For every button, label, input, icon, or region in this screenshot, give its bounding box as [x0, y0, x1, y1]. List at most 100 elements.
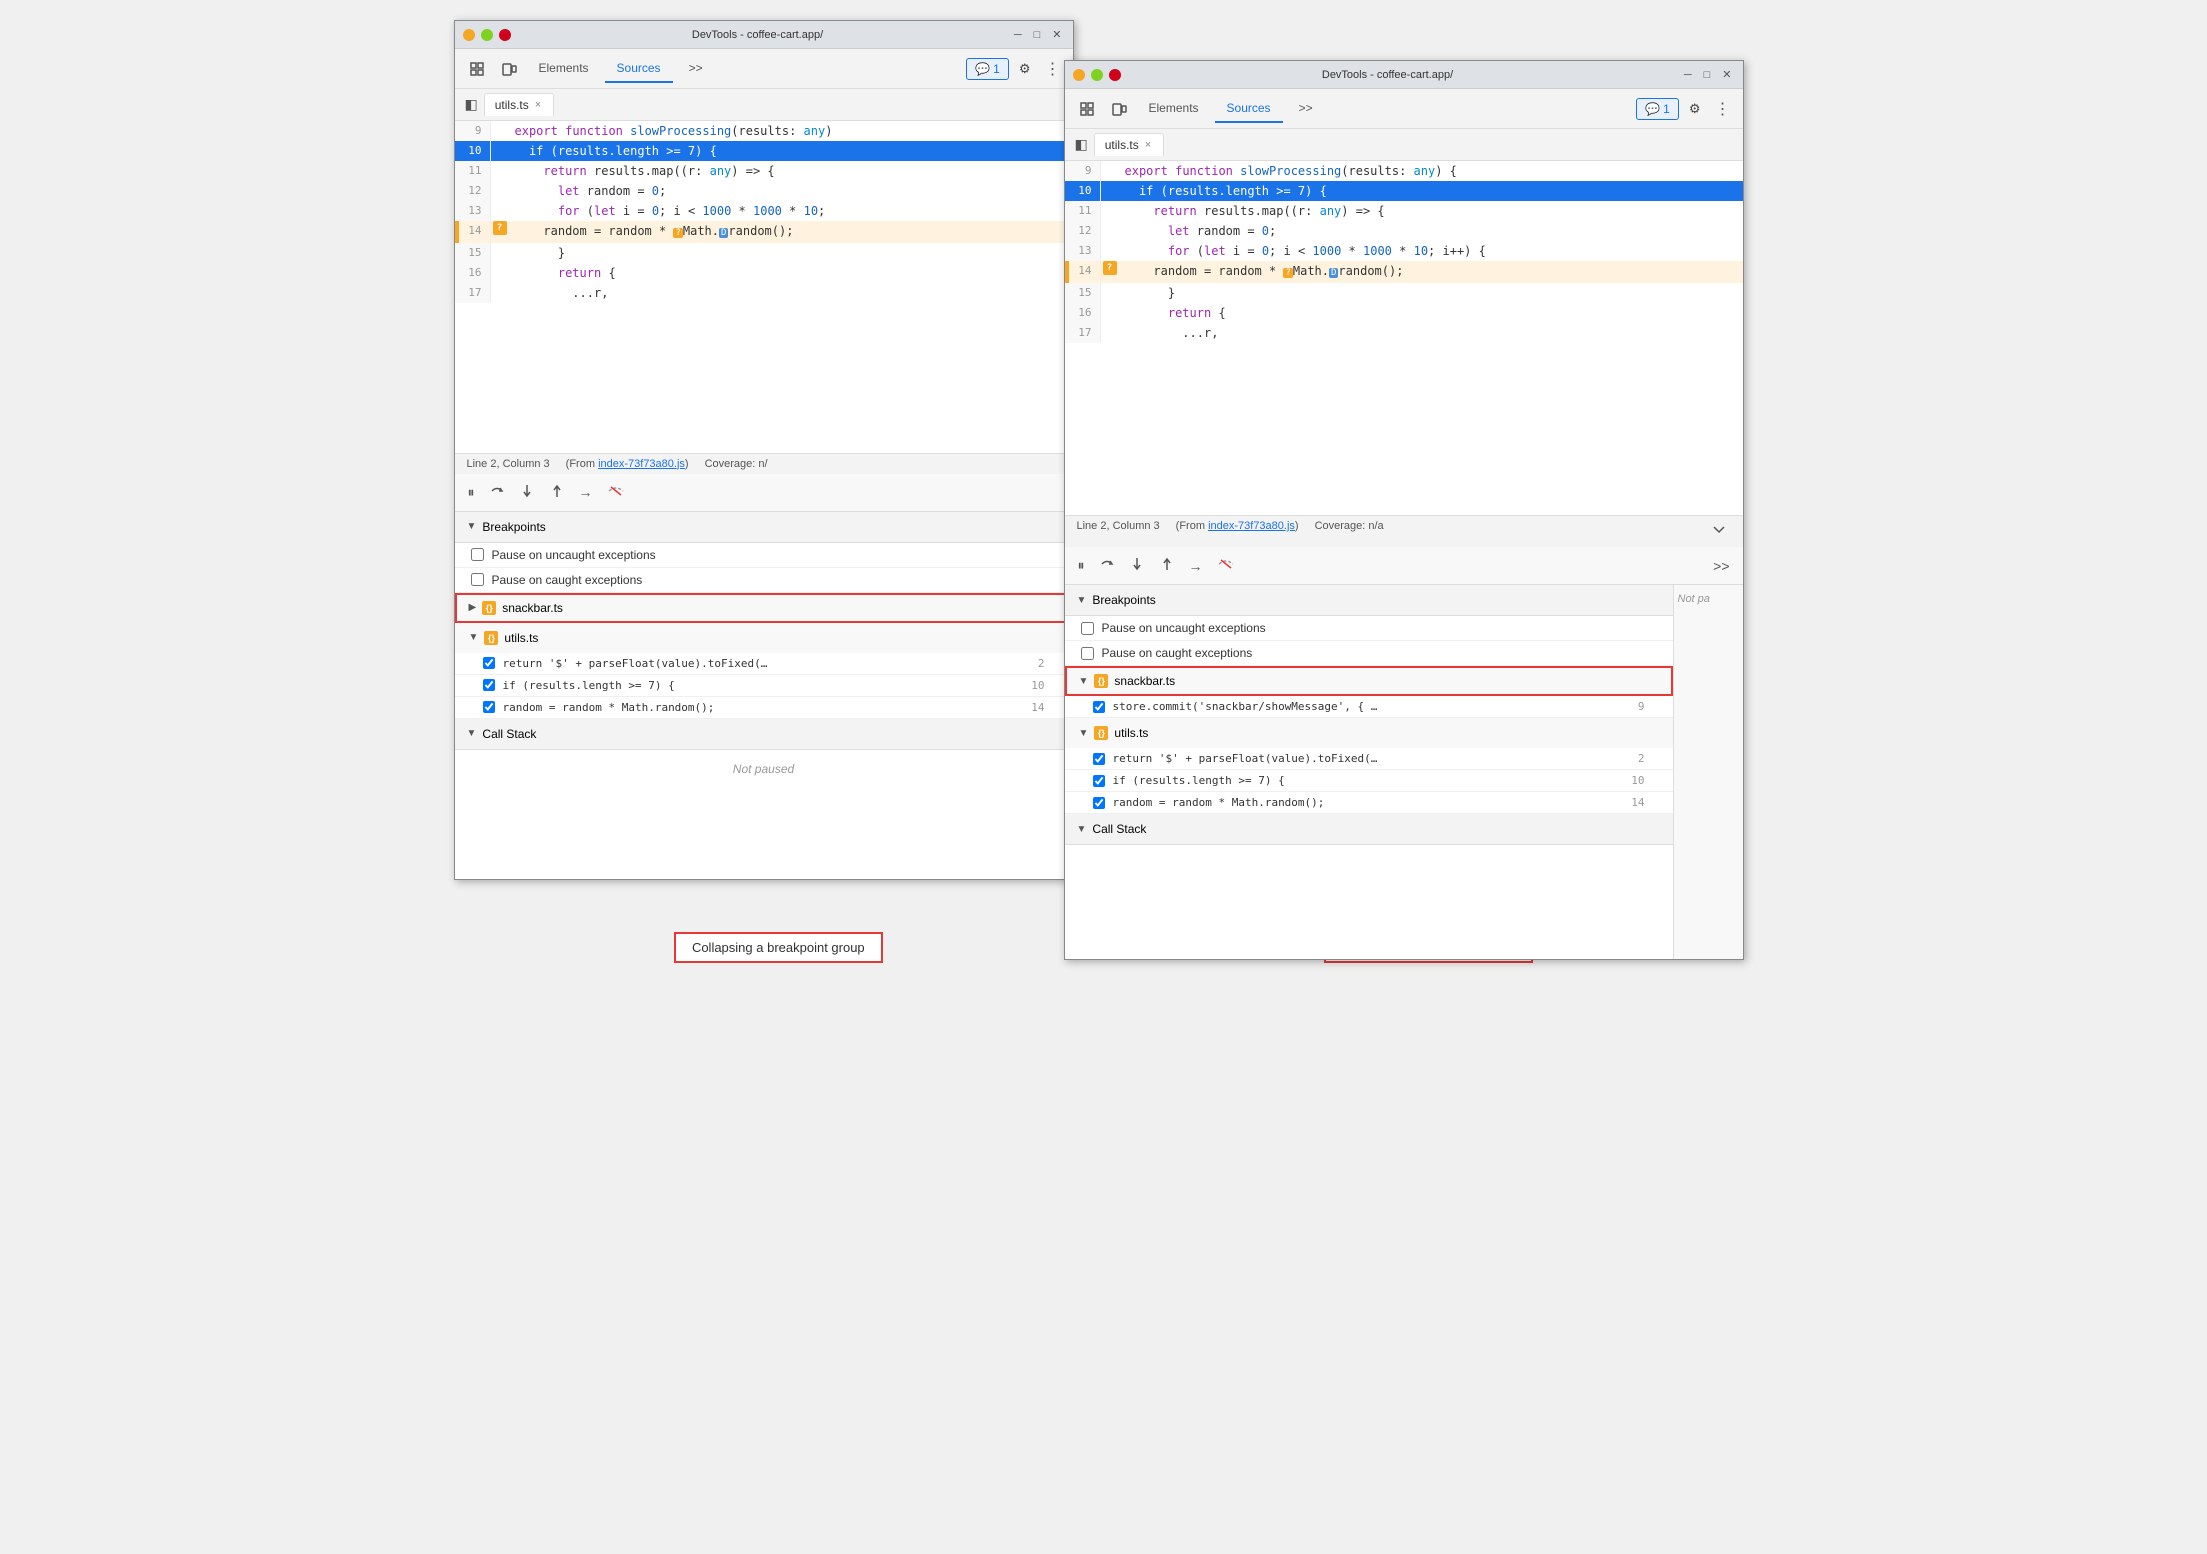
right-source-file-link[interactable]: index-73f73a80.js — [1208, 520, 1295, 532]
right-bp-item-1-checkbox[interactable] — [1093, 753, 1105, 765]
pause-caught-item: Pause on caught exceptions — [455, 568, 1073, 593]
bp-item-1-checkbox[interactable] — [483, 657, 495, 669]
right-more-options-icon[interactable]: ⋮ — [1711, 99, 1735, 119]
code-line-14: 14 ? random = random * ?Math.Drandom(); — [455, 221, 1073, 243]
bp-group-utils-header[interactable]: ▼ {} utils.ts — [455, 623, 1073, 653]
tab-elements[interactable]: Elements — [527, 55, 601, 83]
bp-item-1-text: return '$' + parseFloat(value).toFixed(… — [503, 657, 1017, 670]
right-cursor-position: Line 2, Column 3 — [1077, 520, 1160, 543]
right-more-debug-btn[interactable]: >> — [1708, 555, 1734, 577]
right-bp-item-2-line: 10 — [1625, 774, 1645, 787]
right-bp-group-snackbar-header[interactable]: ▼ {} snackbar.ts — [1065, 666, 1673, 696]
right-bp-group-utils: ▼ {} utils.ts return '$' + parseFloat(va… — [1065, 718, 1673, 814]
file-tab-close[interactable]: × — [533, 99, 543, 111]
right-bp-snackbar-item-1-checkbox[interactable] — [1093, 701, 1105, 713]
right-deactivate-button[interactable] — [1212, 553, 1240, 578]
right-breakpoints-label: Breakpoints — [1092, 593, 1155, 607]
right-code-line-9: 9 export function slowProcessing(results… — [1065, 161, 1743, 181]
right-code-line-15: 15 } — [1065, 283, 1743, 303]
right-collapse-icon[interactable] — [1707, 520, 1731, 543]
right-device-toggle-icon[interactable] — [1105, 97, 1133, 121]
more-options-icon[interactable]: ⋮ — [1041, 59, 1065, 79]
right-utils-group-chevron: ▼ — [1079, 728, 1089, 739]
step-button[interactable]: → — [574, 481, 598, 503]
right-source-info: (From index-73f73a80.js) — [1176, 520, 1299, 543]
right-step-into-button[interactable] — [1124, 553, 1150, 578]
message-count: 1 — [993, 62, 1000, 76]
right-sidebar-toggle-button[interactable]: ◧ — [1069, 132, 1094, 157]
right-callstack-section-header[interactable]: ▼ Call Stack — [1065, 814, 1673, 845]
bp-group-snackbar-header[interactable]: ▶ {} snackbar.ts — [455, 593, 1073, 623]
pause-caught-checkbox[interactable] — [471, 573, 484, 586]
right-inspect-icon[interactable] — [1073, 97, 1101, 121]
sidebar-toggle-button[interactable]: ◧ — [459, 92, 484, 117]
right-pause-caught-checkbox[interactable] — [1081, 647, 1094, 660]
source-info: (From index-73f73a80.js) — [566, 458, 689, 470]
callstack-section-header[interactable]: ▼ Call Stack — [455, 719, 1073, 750]
code-line-15: 15 } — [455, 243, 1073, 263]
bp-item-3: random = random * Math.random(); 14 — [455, 697, 1073, 719]
win-restore-btn[interactable]: □ — [1031, 28, 1044, 41]
message-badge[interactable]: 💬 1 — [966, 58, 1009, 80]
right-tab-more[interactable]: >> — [1287, 95, 1325, 123]
minimize-button[interactable] — [463, 29, 475, 41]
maximize-button[interactable] — [481, 29, 493, 41]
right-step-out-button[interactable] — [1154, 553, 1180, 578]
pause-uncaught-item: Pause on uncaught exceptions — [455, 543, 1073, 568]
right-code-area[interactable]: 9 export function slowProcessing(results… — [1065, 161, 1743, 401]
right-win-close-btn[interactable]: ✕ — [1719, 68, 1734, 81]
settings-icon[interactable]: ⚙ — [1013, 57, 1037, 81]
right-bp-item-3-checkbox[interactable] — [1093, 797, 1105, 809]
right-win-restore-btn[interactable]: □ — [1701, 68, 1714, 81]
code-line-11: 11 return results.map((r: any) => { — [455, 161, 1073, 181]
title-bar-right-space: ─ □ ✕ — [1005, 28, 1065, 41]
pause-uncaught-checkbox[interactable] — [471, 548, 484, 561]
right-pause-uncaught-checkbox[interactable] — [1081, 622, 1094, 635]
step-over-button[interactable] — [484, 480, 510, 505]
step-into-button[interactable] — [514, 480, 540, 505]
inspect-icon[interactable] — [463, 57, 491, 81]
deactivate-button[interactable] — [602, 480, 630, 505]
right-win-minimize-btn[interactable]: ─ — [1681, 68, 1695, 81]
right-minimize-button[interactable] — [1073, 69, 1085, 81]
left-main-toolbar: Elements Sources >> 💬 1 ⚙ ⋮ — [455, 49, 1073, 89]
right-step-over-button[interactable] — [1094, 553, 1120, 578]
file-tab-utils[interactable]: utils.ts × — [484, 93, 554, 116]
right-bp-snackbar-item-1: store.commit('snackbar/showMessage', { …… — [1065, 696, 1673, 718]
right-tab-elements[interactable]: Elements — [1137, 95, 1211, 123]
step-out-button[interactable] — [544, 480, 570, 505]
win-minimize-btn[interactable]: ─ — [1011, 28, 1025, 41]
right-breakpoints-section-header[interactable]: ▼ Breakpoints — [1065, 585, 1673, 616]
right-step-button[interactable]: → — [1184, 555, 1208, 577]
right-settings-icon[interactable]: ⚙ — [1683, 97, 1707, 121]
device-toggle-icon[interactable] — [495, 57, 523, 81]
bp-item-2-checkbox[interactable] — [483, 679, 495, 691]
right-pause-resume-button[interactable]: ⏸ — [1073, 554, 1090, 577]
source-file-link[interactable]: index-73f73a80.js — [598, 458, 685, 470]
right-bp-item-1-line: 2 — [1625, 752, 1645, 765]
win-close-btn[interactable]: ✕ — [1049, 28, 1064, 41]
right-file-tab-name: utils.ts — [1105, 138, 1139, 152]
right-file-tab-utils[interactable]: utils.ts × — [1094, 133, 1164, 156]
right-bp-item-2-checkbox[interactable] — [1093, 775, 1105, 787]
right-close-button[interactable] — [1109, 69, 1121, 81]
right-utils-ts-icon: {} — [1094, 726, 1108, 740]
right-maximize-button[interactable] — [1091, 69, 1103, 81]
right-message-badge[interactable]: 💬 1 — [1636, 98, 1679, 120]
tab-sources[interactable]: Sources — [605, 55, 673, 83]
bp-item-3-checkbox[interactable] — [483, 701, 495, 713]
right-bp-group-utils-header[interactable]: ▼ {} utils.ts — [1065, 718, 1673, 748]
right-tab-sources[interactable]: Sources — [1215, 95, 1283, 123]
pause-resume-button[interactable]: ⏸ — [463, 481, 480, 504]
right-window-title: DevTools - coffee-cart.app/ — [1121, 69, 1655, 81]
close-button[interactable] — [499, 29, 511, 41]
tab-more[interactable]: >> — [677, 55, 715, 83]
right-file-tab-close[interactable]: × — [1143, 139, 1153, 151]
left-bottom-panel: ▼ Breakpoints Pause on uncaught exceptio… — [455, 512, 1073, 880]
bp-item-3-line: 14 — [1025, 701, 1045, 714]
breakpoints-section-header[interactable]: ▼ Breakpoints — [455, 512, 1073, 543]
left-code-area[interactable]: 9 export function slowProcessing(results… — [455, 121, 1073, 361]
bp-group-utils: ▼ {} utils.ts return '$' + parseFloat(va… — [455, 623, 1073, 719]
breakpoints-chevron: ▼ — [467, 521, 477, 532]
bp-item-2: if (results.length >= 7) { 10 — [455, 675, 1073, 697]
